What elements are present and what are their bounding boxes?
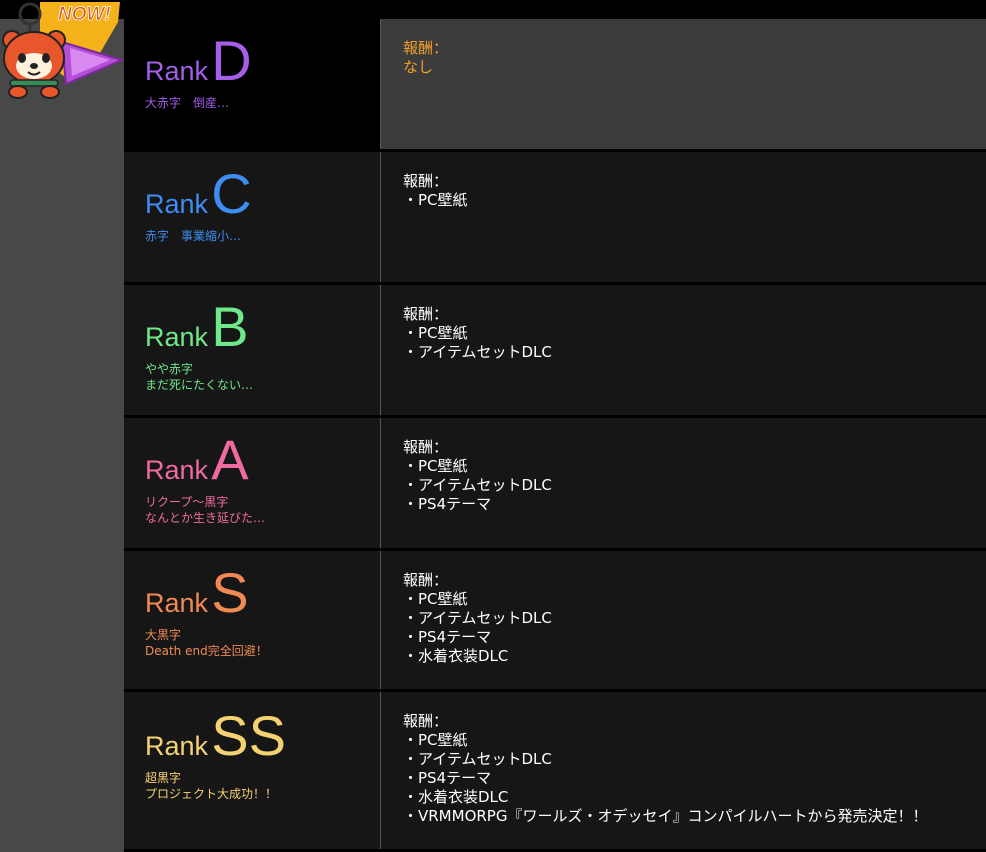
reward-list: 報酬： ・PC壁紙 ・アイテムセットDLC ・PS4テーマ [403, 438, 552, 514]
rank-description-line: 大赤字 倒産… [145, 96, 230, 110]
rank-heading: Rank S [145, 565, 249, 621]
rank-description-line: 大黒字 [145, 628, 182, 642]
reward-list: 報酬： ・PC壁紙 ・アイテムセットDLC ・PS4テーマ ・水着衣装DLC [403, 571, 552, 666]
reward-label: 報酬： [403, 172, 449, 190]
rank-title-cell: Rank B やや赤字 まだ死にたくない… [124, 285, 381, 415]
rank-description: 超黒字プロジェクト大成功！！ [145, 770, 277, 802]
reward-label: 報酬： [403, 39, 449, 57]
rank-row-d: Rank D 大赤字 倒産… 報酬： なし [124, 19, 986, 152]
now-label: NOW! [58, 4, 111, 25]
reward-item: ・PC壁紙 [403, 457, 468, 475]
reward-label: 報酬： [403, 712, 449, 730]
reward-item: ・PS4テーマ [403, 628, 492, 646]
rank-description-line: プロジェクト大成功！！ [145, 787, 278, 801]
rank-description: 大赤字 倒産… [145, 95, 229, 111]
reward-item: ・PS4テーマ [403, 495, 492, 513]
reward-item: なし [403, 58, 434, 76]
reward-item: ・水着衣装DLC [403, 647, 509, 665]
rank-row-a: Rank A リクープ～黒字 なんとか生き延びた… 報酬： ・PC壁紙 ・アイテムセットD… [124, 418, 986, 551]
rank-word: Rank [145, 56, 209, 86]
rank-row-s: Rank S 大黒字 Death end完全回避！ 報酬： ・PC壁紙 ・アイテムセットD… [124, 551, 986, 692]
rank-description: 赤字 事業縮小… [145, 228, 241, 244]
top-bar [0, 0, 986, 19]
rank-description-line: 赤字 事業縮小… [145, 229, 242, 243]
reward-item: ・PC壁紙 [403, 731, 468, 749]
reward-cell: 報酬： ・PC壁紙 ・アイテムセットDLC [381, 285, 986, 415]
rank-reward-page: NOW! Rank D 大赤字 倒産… 報酬： なし Rank C 赤字 事業縮小… 報酬：… [0, 0, 986, 852]
rank-word: Rank [145, 731, 209, 761]
reward-item: ・PC壁紙 [403, 324, 468, 342]
rank-letter: B [211, 295, 249, 358]
rank-letter: S [211, 561, 249, 624]
reward-list: 報酬： ・PC壁紙 ・アイテムセットDLC ・PS4テーマ ・水着衣装DLC ・VRMMO… [403, 712, 927, 826]
reward-item: ・アイテムセットDLC [403, 750, 552, 768]
rank-title-cell: Rank D 大赤字 倒産… [124, 19, 381, 149]
rank-description-line: まだ死にたくない… [145, 378, 254, 392]
reward-cell: 報酬： ・PC壁紙 ・アイテムセットDLC ・PS4テーマ [381, 418, 986, 548]
rank-description-line: なんとか生き延びた… [145, 511, 266, 525]
rank-word: Rank [145, 322, 209, 352]
rank-list: Rank D 大赤字 倒産… 報酬： なし Rank C 赤字 事業縮小… 報酬： ・PC壁紙… [124, 19, 986, 852]
reward-item: ・アイテムセットDLC [403, 343, 552, 361]
rank-description-line: 超黒字 [145, 771, 182, 785]
rank-heading: Rank D [145, 33, 252, 89]
current-rank-badge: NOW! [0, 0, 126, 100]
rank-description: 大黒字 Death end完全回避！ [145, 627, 268, 659]
rank-title-cell: Rank SS 超黒字 プロジェクト大成功！！ [124, 692, 381, 849]
reward-item: ・水着衣装DLC [403, 788, 509, 806]
rank-word: Rank [145, 588, 209, 618]
bear-mascot-icon: NOW! [2, 2, 125, 99]
reward-cell: 報酬： ・PC壁紙 ・アイテムセットDLC ・PS4テーマ ・水着衣装DLC ・VRMMO… [381, 692, 986, 849]
reward-label: 報酬： [403, 571, 449, 589]
rank-row-ss: Rank SS 超黒字 プロジェクト大成功！！ 報酬： ・PC壁紙 ・アイテムセットDLC… [124, 692, 986, 852]
rank-row-b: Rank B やや赤字 まだ死にたくない… 報酬： ・PC壁紙 ・アイテムセットDLC [124, 285, 986, 418]
reward-item: ・PC壁紙 [403, 590, 468, 608]
reward-cell: 報酬： ・PC壁紙 [381, 152, 986, 282]
rank-title-cell: Rank S 大黒字 Death end完全回避！ [124, 551, 381, 689]
rank-description: リクープ～黒字なんとか生き延びた… [145, 494, 265, 526]
rank-description: やや赤字まだ死にたくない… [145, 361, 253, 393]
rank-letter: SS [211, 704, 286, 767]
sidebar [0, 19, 124, 852]
rank-heading: Rank SS [145, 708, 286, 764]
rank-word: Rank [145, 455, 209, 485]
rank-title-cell: Rank A リクープ～黒字 なんとか生き延びた… [124, 418, 381, 548]
reward-label: 報酬： [403, 438, 449, 456]
rank-description-line: やや赤字 [145, 362, 194, 376]
rank-heading: Rank A [145, 432, 249, 488]
reward-list: 報酬： ・PC壁紙 ・アイテムセットDLC [403, 305, 552, 362]
reward-item: ・アイテムセットDLC [403, 609, 552, 627]
rank-description-line: Death end完全回避！ [145, 644, 268, 658]
rank-heading: Rank C [145, 166, 252, 222]
reward-item: ・アイテムセットDLC [403, 476, 552, 494]
rank-word: Rank [145, 189, 209, 219]
reward-item: ・PS4テーマ [403, 769, 492, 787]
reward-label: 報酬： [403, 305, 449, 323]
rank-description-line: リクープ～黒字 [145, 495, 229, 509]
rank-letter: A [211, 428, 249, 491]
reward-list: 報酬： ・PC壁紙 [403, 172, 468, 210]
reward-item: ・VRMMORPG『ワールズ・オデッセイ』コンパイルハートから発売決定！！ [403, 807, 928, 825]
rank-row-c: Rank C 赤字 事業縮小… 報酬： ・PC壁紙 [124, 152, 986, 285]
rank-heading: Rank B [145, 299, 249, 355]
reward-cell: 報酬： なし [381, 19, 986, 149]
rank-letter: C [211, 162, 252, 225]
rank-title-cell: Rank C 赤字 事業縮小… [124, 152, 381, 282]
rank-letter: D [211, 29, 252, 92]
reward-cell: 報酬： ・PC壁紙 ・アイテムセットDLC ・PS4テーマ ・水着衣装DLC [381, 551, 986, 689]
reward-list: 報酬： なし [403, 39, 448, 77]
reward-item: ・PC壁紙 [403, 191, 468, 209]
